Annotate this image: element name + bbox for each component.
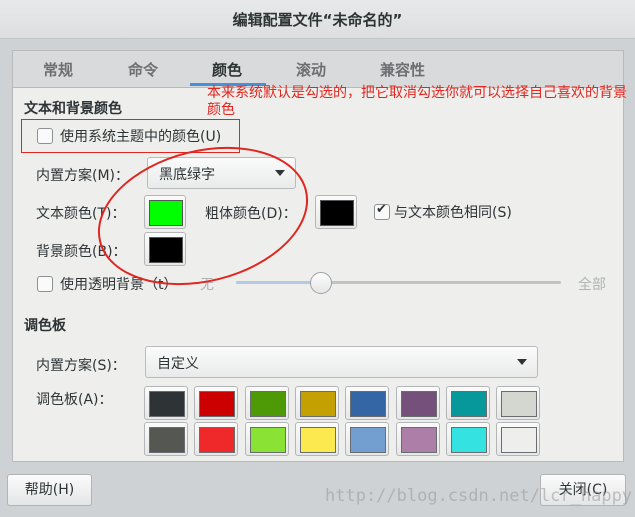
- palette-color-swatch: [299, 391, 336, 417]
- palette-color-swatch: [149, 427, 185, 453]
- palette-color-button[interactable]: [294, 422, 339, 456]
- palette-color-button[interactable]: [244, 422, 289, 456]
- text-bg-section-title: 文本和背景颜色: [24, 101, 122, 117]
- palette-color-button[interactable]: [294, 386, 339, 420]
- palette-color-button[interactable]: [194, 386, 239, 420]
- palette-color-button[interactable]: [395, 386, 440, 420]
- palette-scheme-value: 自定义: [157, 356, 199, 372]
- use-system-theme-label[interactable]: 使用系统主题中的颜色(U): [60, 126, 221, 146]
- palette-color-button[interactable]: [445, 386, 490, 420]
- tab-general[interactable]: 常规: [43, 59, 73, 80]
- palette-color-swatch: [149, 391, 185, 417]
- annotation-text: 本来系统默认是勾选的，把它取消勾选你就可以选择自己喜欢的背景颜色: [207, 85, 627, 118]
- palette-color-swatch: [299, 427, 336, 453]
- palette-color-swatch: [501, 427, 538, 453]
- transparency-slider-knob[interactable]: [309, 272, 332, 294]
- bold-color-button[interactable]: [315, 195, 357, 229]
- transparency-slider-fill: [236, 281, 321, 284]
- palette-section-title: 调色板: [24, 318, 66, 334]
- transparency-max-label: 全部: [578, 277, 606, 293]
- palette-color-swatch: [400, 391, 437, 417]
- chevron-down-icon: [517, 359, 527, 365]
- palette-color-button[interactable]: [144, 386, 188, 420]
- transparent-bg-checkbox[interactable]: [37, 276, 53, 292]
- palette-color-button[interactable]: [345, 422, 390, 456]
- watermark-text: http://blog.csdn.net/lcr_happy: [325, 486, 633, 506]
- window-titlebar[interactable]: 编辑配置文件“未命名的”: [0, 0, 635, 39]
- palette-color-button[interactable]: [244, 386, 289, 420]
- palette-color-button[interactable]: [345, 386, 390, 420]
- palette-color-swatch: [501, 391, 538, 417]
- tab-command[interactable]: 命令: [128, 59, 158, 80]
- palette-color-swatch: [249, 391, 286, 417]
- palette-scheme-label: 内置方案(S)：: [36, 358, 126, 374]
- same-as-text-label[interactable]: 与文本颜色相同(S): [394, 202, 512, 222]
- palette-color-swatch: [450, 427, 487, 453]
- tab-bar: 常规 命令 颜色 滚动 兼容性: [12, 50, 624, 88]
- palette-color-swatch: [249, 427, 286, 453]
- palette-color-button[interactable]: [144, 422, 188, 456]
- palette-color-button[interactable]: [496, 422, 541, 456]
- palette-label: 调色板(A)：: [36, 392, 113, 408]
- window-title: 编辑配置文件“未命名的”: [232, 11, 403, 29]
- tab-scrolling[interactable]: 滚动: [296, 59, 326, 80]
- palette-color-swatch: [350, 427, 387, 453]
- help-button[interactable]: 帮助(H): [7, 474, 92, 506]
- use-system-theme-checkbox[interactable]: [37, 128, 53, 144]
- palette-color-swatch: [400, 427, 437, 453]
- palette-color-button[interactable]: [194, 422, 239, 456]
- same-as-text-checkbox[interactable]: [374, 202, 390, 220]
- tab-colors[interactable]: 颜色: [212, 59, 242, 80]
- palette-color-button[interactable]: [395, 422, 440, 456]
- palette-color-button[interactable]: [445, 422, 490, 456]
- tab-compatibility[interactable]: 兼容性: [380, 59, 425, 80]
- palette-color-swatch: [350, 391, 387, 417]
- palette-color-swatch: [450, 391, 487, 417]
- palette-color-swatch: [199, 427, 236, 453]
- palette-color-swatch: [199, 391, 236, 417]
- palette-scheme-dropdown[interactable]: 自定义: [145, 346, 538, 378]
- builtin-scheme-label: 内置方案(M)：: [36, 168, 130, 184]
- bold-color-swatch: [320, 200, 354, 226]
- palette-color-button[interactable]: [496, 386, 541, 420]
